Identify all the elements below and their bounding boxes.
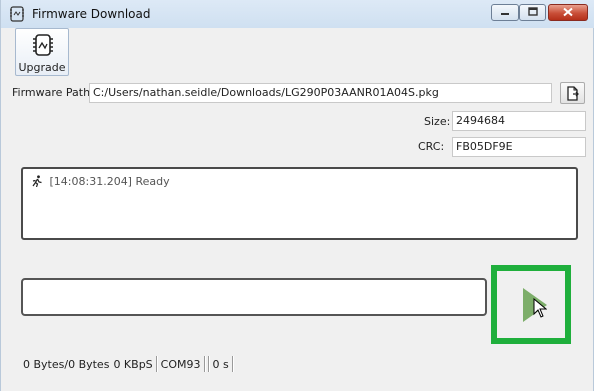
close-button[interactable] xyxy=(548,4,588,21)
status-separator xyxy=(155,356,158,372)
maximize-button[interactable] xyxy=(519,4,546,21)
status-rate: 0 KBpS xyxy=(113,357,153,371)
maximize-icon xyxy=(527,7,538,16)
size-label: Size: xyxy=(424,115,451,128)
log-entry: [14:08:31.204] Ready xyxy=(31,175,170,188)
status-bar: 0 Bytes/0 Bytes 0 KBpS COM93 0 s xyxy=(21,356,235,372)
firmware-download-window: Firmware Download Upgrade Firmware Path: xyxy=(0,0,594,391)
status-elapsed: 0 s xyxy=(212,357,229,371)
app-icon xyxy=(10,6,24,22)
firmware-chip-icon xyxy=(33,34,53,56)
progress-bar xyxy=(21,278,487,316)
start-download-button[interactable] xyxy=(491,265,571,344)
close-icon xyxy=(563,7,573,17)
firmware-path-label: Firmware Path: xyxy=(12,86,94,99)
running-person-icon xyxy=(32,175,42,187)
status-separator xyxy=(207,356,210,372)
status-bytes: 0 Bytes/0 Bytes xyxy=(23,357,110,371)
firmware-path-field[interactable]: C:/Users/nathan.seidle/Downloads/LG290P0… xyxy=(89,83,552,103)
log-message: Ready xyxy=(135,175,170,188)
status-port: COM93 xyxy=(160,357,201,371)
upgrade-button[interactable]: Upgrade xyxy=(15,28,69,76)
crc-field: FB05DF9E xyxy=(452,137,586,157)
window-title: Firmware Download xyxy=(32,7,151,21)
size-field: 2494684 xyxy=(452,111,586,131)
minimize-icon xyxy=(501,13,509,15)
title-bar[interactable]: Firmware Download xyxy=(1,0,594,28)
log-timestamp: [14:08:31.204] xyxy=(49,175,132,188)
crc-label: CRC: xyxy=(418,140,445,153)
upgrade-label: Upgrade xyxy=(18,61,66,74)
open-file-icon xyxy=(567,86,579,101)
browse-file-button[interactable] xyxy=(560,82,585,104)
status-separator xyxy=(203,356,206,372)
status-separator xyxy=(231,356,234,372)
minimize-button[interactable] xyxy=(491,4,519,21)
log-panel[interactable]: [14:08:31.204] Ready xyxy=(21,167,578,240)
mouse-cursor-icon xyxy=(533,298,547,318)
